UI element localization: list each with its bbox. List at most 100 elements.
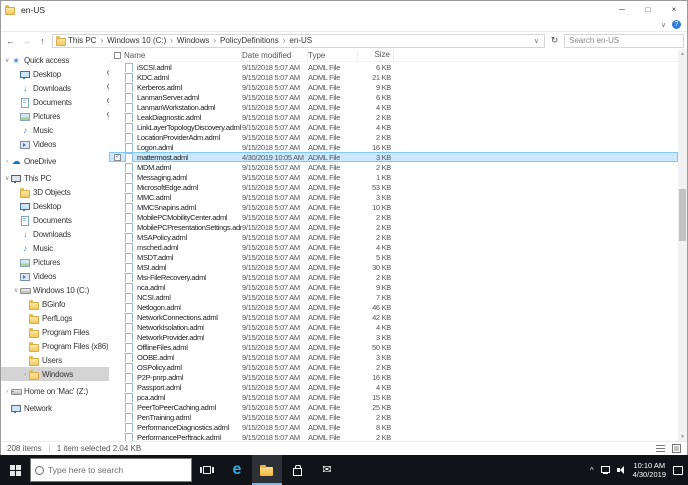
titlebar[interactable]: en-US ─ □ × [1,1,687,18]
sidebar-item[interactable]: Videos [1,269,109,283]
forward-button[interactable]: → [20,36,33,46]
taskbar-clock[interactable]: 10:10 AM 4/30/2019 [633,461,666,479]
file-row[interactable]: LocationProviderAdm.adml 9/15/2018 5:07 … [109,132,678,142]
tray-expand-icon[interactable]: ^ [590,466,594,475]
sidebar-item[interactable]: ∨ Windows 10 (C:) [1,283,109,297]
file-row[interactable]: Netlogon.adml 9/15/2018 5:07 AM ADML Fil… [109,302,678,312]
minimize-button[interactable]: ─ [609,1,635,18]
file-row[interactable]: NetworkIsolation.adml 9/15/2018 5:07 AM … [109,322,678,332]
file-row[interactable]: MobilePCMobilityCenter.adml 9/15/2018 5:… [109,212,678,222]
file-row[interactable]: MicrosoftEdge.adml 9/15/2018 5:07 AM ADM… [109,182,678,192]
sidebar-item[interactable]: Program Files [1,325,109,339]
breadcrumb-separator-icon[interactable] [281,36,288,45]
file-row[interactable]: LanmanServer.adml 9/15/2018 5:07 AM ADML… [109,92,678,102]
sidebar-item[interactable]: Pictures [1,109,109,123]
up-button[interactable]: ↑ [36,36,49,46]
file-row[interactable]: msched.adml 9/15/2018 5:07 AM ADML File … [109,242,678,252]
file-row[interactable]: nca.adml 9/15/2018 5:07 AM ADML File 9 K… [109,282,678,292]
file-row[interactable]: OOBE.adml 9/15/2018 5:07 AM ADML File 3 … [109,352,678,362]
file-row[interactable]: iSCSI.adml 9/15/2018 5:07 AM ADML File 6… [109,62,678,72]
back-button[interactable]: ← [4,36,17,46]
file-row[interactable]: Passport.adml 9/15/2018 5:07 AM ADML Fil… [109,382,678,392]
expand-ribbon-icon[interactable]: ∨ [661,21,666,29]
sidebar-item[interactable]: Music [1,123,109,137]
file-row[interactable]: NetworkProvider.adml 9/15/2018 5:07 AM A… [109,332,678,342]
tree-chevron-icon[interactable]: ∨ [3,174,11,182]
sidebar-item[interactable]: Desktop [1,67,109,81]
file-row[interactable]: pca.adml 9/15/2018 5:07 AM ADML File 15 … [109,392,678,402]
menu-tab[interactable] [17,18,33,31]
close-button[interactable]: × [661,1,687,18]
start-button[interactable] [0,455,30,485]
sidebar-item[interactable]: Videos [1,137,109,151]
file-row[interactable]: Logon.adml 9/15/2018 5:07 AM ADML File 1… [109,142,678,152]
breadcrumb-separator-icon[interactable] [168,36,175,45]
file-row[interactable]: mattermost.adml 4/30/2019 10:05 AM ADML … [109,152,678,162]
tree-chevron-icon[interactable]: › [3,388,11,395]
sidebar-item[interactable]: ∨ This PC [1,171,109,185]
address-dropdown-icon[interactable]: ∨ [532,37,541,45]
taskbar-search[interactable] [30,458,192,482]
file-row[interactable]: KDC.adml 9/15/2018 5:07 AM ADML File 21 … [109,72,678,82]
file-row[interactable]: OSPolicy.adml 9/15/2018 5:07 AM ADML Fil… [109,362,678,372]
mail-button[interactable]: ✉ [312,455,342,485]
breadcrumb-separator-icon[interactable] [211,36,218,45]
file-row[interactable]: PerformancePerftrack.adml 9/15/2018 5:07… [109,432,678,441]
task-view-button[interactable] [192,455,222,485]
sidebar-item[interactable]: BGinfo [1,297,109,311]
taskbar-search-input[interactable] [48,465,187,475]
breadcrumb-item[interactable]: en-US [287,36,314,45]
scroll-down-arrow-icon[interactable]: ▼ [678,432,687,441]
sidebar-item[interactable]: Downloads [1,227,109,241]
file-row[interactable]: NCSI.adml 9/15/2018 5:07 AM ADML File 7 … [109,292,678,302]
file-row[interactable]: MSDT.adml 9/15/2018 5:07 AM ADML File 5 … [109,252,678,262]
details-view-button[interactable] [656,444,665,453]
column-header-date-modified[interactable]: Date modified [242,49,308,61]
file-row[interactable]: LanmanWorkstation.adml 9/15/2018 5:07 AM… [109,102,678,112]
menu-tab[interactable] [49,18,65,31]
file-row[interactable]: MMCSnapins.adml 9/15/2018 5:07 AM ADML F… [109,202,678,212]
file-row[interactable]: P2P-pnrp.adml 9/15/2018 5:07 AM ADML Fil… [109,372,678,382]
file-row[interactable]: NetworkConnections.adml 9/15/2018 5:07 A… [109,312,678,322]
vertical-scrollbar[interactable]: ▲ ▼ [678,49,687,441]
file-row[interactable]: MMC.adml 9/15/2018 5:07 AM ADML File 3 K… [109,192,678,202]
file-row[interactable]: Kerberos.adml 9/15/2018 5:07 AM ADML Fil… [109,82,678,92]
row-checkbox[interactable] [114,153,121,161]
file-row[interactable]: PerformanceDiagnostics.adml 9/15/2018 5:… [109,422,678,432]
file-row[interactable]: OfflineFiles.adml 9/15/2018 5:07 AM ADML… [109,342,678,352]
breadcrumb-separator-icon[interactable] [98,36,105,45]
column-header-type[interactable]: Type [308,49,358,61]
file-row[interactable]: MDM.adml 9/15/2018 5:07 AM ADML File 2 K… [109,162,678,172]
breadcrumb-item[interactable]: PolicyDefinitions [218,36,281,45]
tree-chevron-icon[interactable]: › [3,158,11,165]
refresh-icon[interactable]: ↻ [548,35,561,46]
scrollbar-thumb[interactable] [679,189,686,241]
large-icons-view-button[interactable] [672,444,681,453]
address-bar[interactable]: This PC Windows 10 (C:) Windows PolicyDe… [52,33,545,48]
select-all-checkbox[interactable] [114,51,121,59]
breadcrumb-item[interactable]: Windows 10 (C:) [105,36,168,45]
sidebar-item[interactable]: › Windows [1,367,109,381]
file-row[interactable]: MobilePCPresentationSettings.adml 9/15/2… [109,222,678,232]
file-row[interactable]: LeakDiagnostic.adml 9/15/2018 5:07 AM AD… [109,112,678,122]
file-row[interactable]: LinkLayerTopologyDiscovery.adml 9/15/201… [109,122,678,132]
sidebar-item[interactable]: Desktop [1,199,109,213]
file-row[interactable]: MSAPolicy.adml 9/15/2018 5:07 AM ADML Fi… [109,232,678,242]
tree-chevron-icon[interactable]: ∨ [3,56,11,64]
sidebar-item[interactable]: Pictures [1,255,109,269]
sidebar-item[interactable]: › Home on 'Mac' (Z:) [1,384,109,398]
file-row[interactable]: PenTraining.adml 9/15/2018 5:07 AM ADML … [109,412,678,422]
column-header-name[interactable]: Name [124,49,242,61]
menu-tab[interactable] [33,18,49,31]
sidebar-item[interactable]: ∨ Quick access [1,53,109,67]
network-icon[interactable] [600,466,610,474]
edge-button[interactable]: e [222,455,252,485]
menu-tab[interactable] [1,18,17,31]
file-row[interactable]: Messaging.adml 9/15/2018 5:07 AM ADML Fi… [109,172,678,182]
sidebar-item[interactable]: Downloads [1,81,109,95]
sidebar-item[interactable]: Documents [1,213,109,227]
sidebar-item[interactable]: › OneDrive [1,154,109,168]
sidebar-item[interactable]: 3D Objects [1,185,109,199]
sidebar-item[interactable]: Music [1,241,109,255]
column-header-size[interactable]: Size [358,49,394,61]
